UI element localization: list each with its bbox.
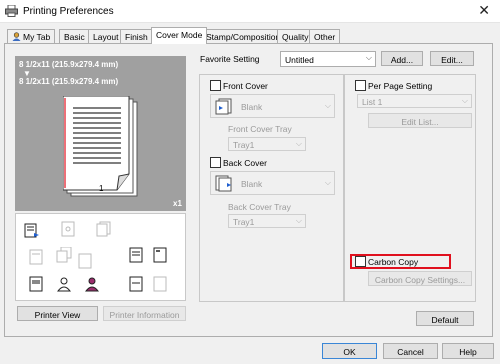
tab-label: Cover Mode (156, 30, 203, 40)
dropdown-value: Blank (241, 102, 263, 112)
printer-view-button[interactable]: Printer View (17, 306, 98, 321)
paper-size-original: 8 1/2x11 (215.9x279.4 mm) (19, 60, 119, 69)
button-label: Carbon Copy Settings... (374, 275, 466, 285)
default-button[interactable]: Default (416, 311, 474, 326)
carbon-copy-label: Carbon Copy (368, 257, 419, 267)
front-cover-checkbox[interactable] (210, 80, 221, 91)
layout-icon (29, 249, 43, 265)
button-label: Default (431, 315, 459, 325)
tab-label: Layout (93, 32, 119, 42)
account-track-icon (84, 277, 100, 292)
button-label: Add... (390, 55, 414, 65)
help-button[interactable]: Help (442, 343, 494, 359)
copy-set-icon (56, 247, 72, 263)
close-icon[interactable]: ✕ (478, 3, 490, 19)
edit-favorite-button[interactable]: Edit... (430, 51, 474, 66)
tab-cover-mode[interactable]: Cover Mode (151, 27, 208, 44)
page-number: 1 (99, 184, 104, 193)
tab-label: Stamp/Composition (206, 32, 281, 42)
preview-area: 8 1/2x11 (215.9x279.4 mm) ▼ 8 1/2x11 (21… (15, 56, 186, 211)
tab-quality[interactable]: Quality (277, 29, 314, 43)
favorite-setting-dropdown[interactable]: Untitled ⌵ (280, 51, 376, 67)
favorite-setting-label: Favorite Setting (200, 54, 260, 64)
fold-icon (153, 276, 167, 292)
dropdown-value: Tray1 (233, 217, 255, 227)
per-page-setting-label: Per Page Setting (368, 81, 433, 91)
page-preview-icon (63, 96, 138, 197)
dropdown-value: Untitled (285, 55, 314, 65)
chevron-down-icon: ⌵ (295, 216, 302, 225)
tab-basic[interactable]: Basic (59, 29, 90, 43)
user-icon (12, 32, 21, 41)
per-page-list-dropdown[interactable]: List 1 ⌵ (357, 94, 472, 108)
per-page-setting-checkbox[interactable] (355, 80, 366, 91)
front-cover-tray-dropdown[interactable]: Tray1 ⌵ (228, 137, 306, 151)
edit-list-button[interactable]: Edit List... (368, 113, 472, 128)
button-label: Printer View (34, 310, 81, 320)
chevron-down-icon: ⌵ (324, 101, 331, 110)
tab-layout[interactable]: Layout (88, 29, 124, 43)
chevron-down-icon: ⌵ (295, 139, 302, 148)
front-cover-icon (215, 98, 232, 115)
paper-size-output: 8 1/2x11 (215.9x279.4 mm) (19, 77, 119, 86)
staple-icon (153, 247, 167, 263)
chevron-down-icon: ⌵ (461, 96, 468, 105)
tray-icon (29, 276, 43, 292)
tab-stamp-composition[interactable]: Stamp/Composition (201, 29, 286, 43)
add-favorite-button[interactable]: Add... (381, 51, 423, 66)
copies-count: x1 (173, 199, 182, 208)
finishing-icon (129, 276, 143, 292)
tab-my-tab[interactable]: My Tab (7, 29, 56, 43)
tab-label: Finish (125, 32, 148, 42)
button-label: Edit List... (401, 117, 439, 127)
button-label: Cancel (397, 347, 424, 357)
carbon-copy-checkbox[interactable] (355, 256, 366, 267)
back-cover-dropdown[interactable]: Blank ⌵ (210, 171, 335, 195)
printer-icon (5, 5, 18, 17)
back-cover-checkbox[interactable] (210, 157, 221, 168)
tab-label: My Tab (23, 32, 51, 42)
front-cover-dropdown[interactable]: Blank ⌵ (210, 94, 335, 118)
stack-icon (78, 253, 92, 269)
cancel-button[interactable]: Cancel (383, 343, 438, 359)
ok-button[interactable]: OK (322, 343, 377, 359)
window-title: Printing Preferences (23, 6, 114, 17)
cover-sheet-icon (24, 223, 39, 238)
button-label: OK (343, 347, 356, 357)
tab-label: Other (314, 32, 336, 42)
tab-label: Basic (64, 32, 85, 42)
back-cover-icon (215, 175, 232, 192)
front-cover-label: Front Cover (223, 81, 268, 91)
tab-label: Quality (282, 32, 309, 42)
function-icons-panel (15, 213, 186, 301)
front-cover-tray-label: Front Cover Tray (228, 124, 292, 134)
dropdown-value: Tray1 (233, 140, 255, 150)
dropdown-value: Blank (241, 179, 263, 189)
user-auth-icon (56, 277, 72, 292)
back-cover-tray-dropdown[interactable]: Tray1 ⌵ (228, 214, 306, 228)
back-cover-tray-label: Back Cover Tray (228, 202, 291, 212)
chevron-down-icon: ⌵ (365, 53, 372, 62)
carbon-copy-settings-button[interactable]: Carbon Copy Settings... (368, 271, 472, 286)
print-area-icon (61, 221, 75, 237)
multi-page-icon (96, 221, 111, 237)
tab-other[interactable]: Other (309, 29, 341, 43)
button-label: Printer Information (109, 310, 180, 320)
button-label: Help (459, 347, 477, 357)
chevron-down-icon: ⌵ (324, 178, 331, 187)
document-icon (129, 247, 143, 263)
printer-information-button[interactable]: Printer Information (103, 306, 186, 321)
dropdown-value: List 1 (362, 97, 383, 107)
back-cover-label: Back Cover (223, 158, 267, 168)
title-bar: Printing Preferences ✕ (0, 0, 500, 23)
button-label: Edit... (441, 55, 463, 65)
tab-finish[interactable]: Finish (120, 29, 153, 43)
